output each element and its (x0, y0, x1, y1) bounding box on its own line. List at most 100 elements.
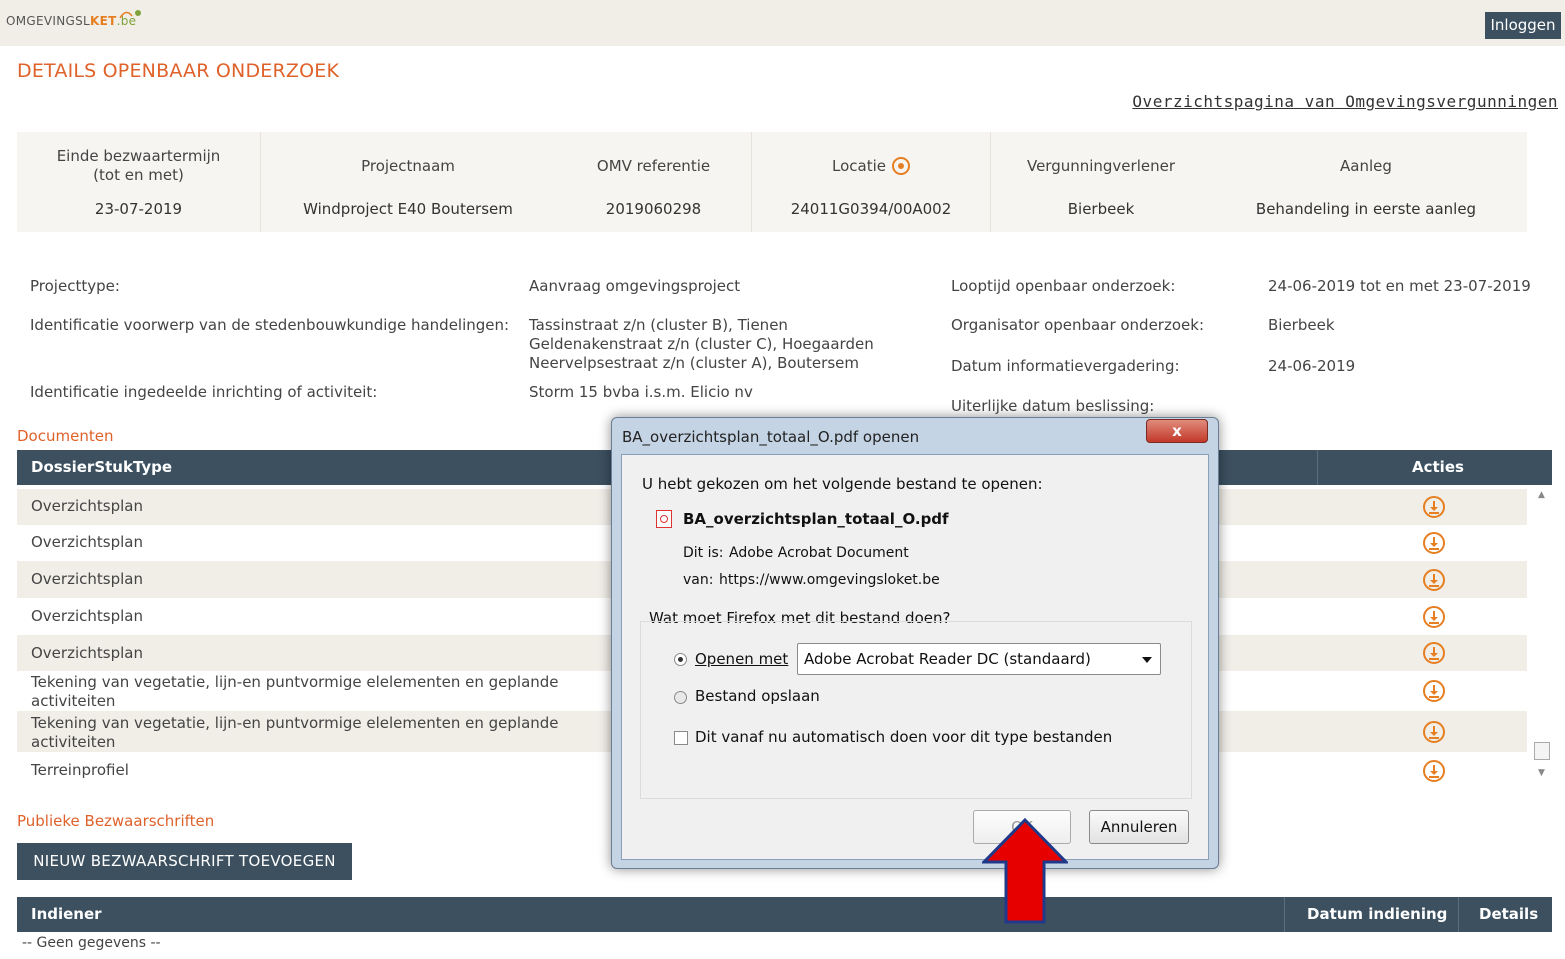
page-title: DETAILS OPENBAAR ONDERZOEK (17, 60, 340, 82)
row-type: Overzichtsplan (31, 533, 143, 551)
summary-col-projectname: Projectnaam Windproject E40 Boutersem (260, 132, 556, 232)
row-type: Overzichtsplan (31, 497, 143, 515)
info-value: 24-06-2019 (1268, 357, 1356, 375)
dialog-filename: BA_overzichtsplan_totaal_O.pdf (683, 510, 949, 528)
save-file-label[interactable]: Bestand opslaan (695, 687, 820, 705)
download-icon[interactable] (1423, 496, 1445, 518)
site-logo[interactable]: OMGEVINGSLKET.be (6, 14, 136, 28)
row-type: Overzichtsplan (31, 644, 143, 662)
summary-col-authority: Vergunningverlener Bierbeek (991, 132, 1211, 232)
header-divider (1458, 897, 1459, 932)
ident-value-2: Geldenakenstraat z/n (cluster C), Hoegaa… (529, 335, 874, 353)
dialog-from-value: https://www.omgevingsloket.be (719, 572, 940, 588)
add-objection-button[interactable]: NIEUW BEZWAARSCHRIFT TOEVOEGEN (17, 843, 352, 880)
summary-header: Einde bezwaartermijn (tot en met) (56, 147, 221, 184)
documents-title: Documenten (17, 427, 114, 445)
summary-header: Locatie (752, 146, 990, 186)
info-label: Datum informatievergadering: (951, 357, 1180, 375)
row-type: Tekening van vegetatie, lijn-en puntvorm… (31, 714, 559, 732)
beslissing-label: Uiterlijke datum beslissing: (951, 397, 1155, 415)
pdf-file-icon (656, 510, 672, 528)
location-pin-icon[interactable] (892, 157, 910, 175)
open-file-dialog: BA_overzichtsplan_totaal_O.pdf openen x … (611, 417, 1219, 869)
header-divider (1317, 450, 1318, 485)
projecttype-value: Aanvraag omgevingsproject (529, 277, 741, 295)
inrichting-value: Storm 15 bvba i.s.m. Elicio nv (529, 383, 753, 401)
annotation-arrow-icon (982, 818, 1068, 924)
open-with-label[interactable]: Openen met (695, 650, 788, 668)
summary-table: Einde bezwaartermijn (tot en met) 23-07-… (17, 132, 1527, 232)
organisator-label: Organisator openbaar onderzoek: (951, 316, 1204, 334)
summary-col-deadline: Einde bezwaartermijn (tot en met) 23-07-… (17, 132, 261, 232)
summary-value: 23-07-2019 (94, 200, 183, 218)
summary-header: OMV referentie (596, 157, 711, 175)
header-divider (1284, 897, 1285, 932)
summary-col-aanleg: Aanleg Behandeling in eerste aanleg (1231, 132, 1501, 232)
download-icon[interactable] (1423, 680, 1445, 702)
col-type-header[interactable]: DossierStukType (31, 458, 172, 476)
dialog-body: U hebt gekozen om het volgende bestand t… (621, 454, 1209, 860)
summary-header: Projectnaam (361, 157, 455, 175)
summary-value: Bierbeek (1067, 200, 1135, 218)
logo-leaf-icon (119, 10, 141, 19)
dialog-title: BA_overzichtsplan_totaal_O.pdf openen (622, 428, 920, 446)
dialog-type-value: Adobe Acrobat Document (729, 545, 909, 561)
col-datum-header[interactable]: Datum indiening (1307, 905, 1447, 923)
row-type-cont: activiteiten (31, 733, 116, 751)
download-icon[interactable] (1423, 569, 1445, 591)
download-icon[interactable] (1423, 721, 1445, 743)
application-select[interactable]: Adobe Acrobat Reader DC (standaard) (797, 643, 1161, 675)
col-indiener-header[interactable]: Indiener (31, 905, 102, 923)
looptijd-label: Looptijd openbaar onderzoek: (951, 277, 1176, 295)
summary-col-location: Locatie 24011G0394/00A002 (752, 132, 991, 232)
dialog-type-label: Dit is: (683, 545, 724, 561)
auto-label[interactable]: Dit vanaf nu automatisch doen voor dit t… (695, 728, 1112, 746)
summary-value: 2019060298 (605, 200, 702, 218)
summary-value: Windproject E40 Boutersem (303, 200, 513, 218)
summary-header: Aanleg (1340, 157, 1392, 175)
looptijd-value: 24-06-2019 tot en met 23-07-2019 (1268, 277, 1531, 295)
summary-value: 24011G0394/00A002 (790, 200, 952, 218)
scrollbar-thumb[interactable] (1534, 742, 1550, 760)
dialog-intro: U hebt gekozen om het volgende bestand t… (642, 475, 1043, 493)
save-file-radio[interactable] (674, 691, 687, 704)
organisator-value: Bierbeek (1268, 316, 1335, 334)
ident-value-1: Tassinstraat z/n (cluster B), Tienen (529, 316, 788, 334)
download-icon[interactable] (1423, 606, 1445, 628)
top-bar: OMGEVINGSLKET.be Inloggen (0, 0, 1565, 46)
projecttype-label: Projecttype: (30, 277, 120, 295)
objections-title: Publieke Bezwaarschriften (17, 812, 215, 830)
close-button[interactable]: x (1146, 419, 1208, 443)
row-type: Tekening van vegetatie, lijn-en puntvorm… (31, 673, 559, 691)
summary-header: Vergunningverlener (1026, 157, 1176, 175)
logo-text-a: OMGEVINGSL (6, 14, 91, 28)
objections-table-header: Indiener Datum indiening Details (17, 897, 1552, 932)
summary-col-omv: OMV referentie 2019060298 (556, 132, 752, 232)
open-with-radio[interactable] (674, 653, 687, 666)
download-icon[interactable] (1423, 642, 1445, 664)
download-icon[interactable] (1423, 760, 1445, 782)
login-button[interactable]: Inloggen (1485, 12, 1561, 39)
row-type-cont: activiteiten (31, 692, 116, 710)
ident-value-3: Neervelpsestraat z/n (cluster A), Bouter… (529, 354, 859, 372)
row-type: Overzichtsplan (31, 570, 143, 588)
dialog-from-label: van: (683, 572, 714, 588)
overview-link[interactable]: Overzichtspagina van Omgevingsvergunning… (1132, 92, 1558, 111)
cancel-button[interactable]: Annuleren (1089, 810, 1189, 844)
auto-checkbox[interactable] (674, 731, 688, 745)
col-details-header: Details (1479, 905, 1539, 923)
application-select-value: Adobe Acrobat Reader DC (standaard) (804, 650, 1091, 668)
row-type: Overzichtsplan (31, 607, 143, 625)
ident-label: Identificatie voorwerp van de stedenbouw… (30, 316, 510, 334)
close-icon: x (1172, 422, 1182, 440)
col-actions-header: Acties (1412, 458, 1464, 476)
empty-state: -- Geen gegevens -- (22, 935, 161, 951)
row-type: Terreinprofiel (31, 761, 129, 779)
logo-text-b: KET (90, 14, 117, 28)
summary-value: Behandeling in eerste aanleg (1255, 200, 1477, 218)
chevron-down-icon (1142, 657, 1152, 663)
scroll-down-icon[interactable]: ▼ (1538, 768, 1545, 778)
download-icon[interactable] (1423, 532, 1445, 554)
inrichting-label: Identificatie ingedeelde inrichting of a… (30, 383, 378, 401)
scroll-up-icon[interactable]: ▲ (1538, 490, 1545, 500)
